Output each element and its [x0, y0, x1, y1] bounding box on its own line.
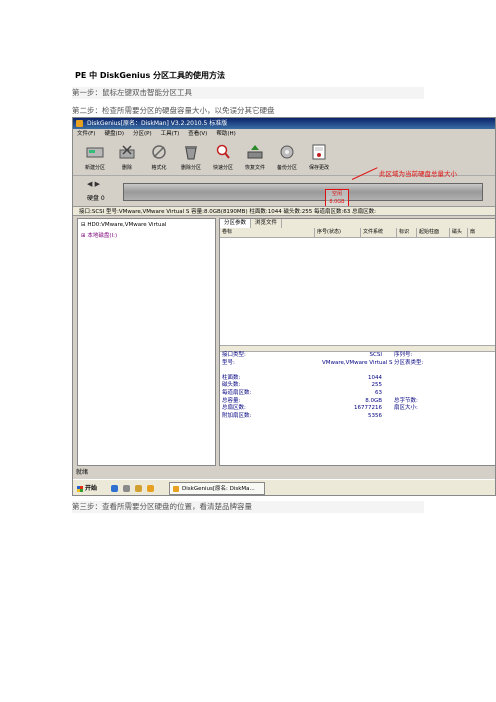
column-sector[interactable]: 扇 [468, 228, 495, 237]
tree-item-hd0[interactable]: ⊟ HD0:VMware,VMware Virtual [81, 222, 166, 228]
partition-table-header: 卷标 序号(状态) 文件系统 标识 起始柱面 磁头 扇 [220, 228, 495, 238]
detail-label: 每道扇区数: [222, 390, 252, 396]
pane-splitter[interactable] [220, 345, 495, 352]
column-index-status[interactable]: 序号(状态) [315, 228, 361, 237]
quick-partition-label: 快速分区 [212, 165, 233, 171]
disk-map-bar: ◀ ▶ 硬盘 0 [73, 175, 495, 206]
menu-disk[interactable]: 硬盘(D) [104, 129, 124, 139]
ie-icon[interactable] [111, 485, 118, 492]
backup-partition-label: 备份分区 [276, 165, 297, 171]
backup-partition-button[interactable]: 备份分区 [271, 139, 303, 175]
recover-icon [246, 142, 264, 162]
detail-label-secondary: 扇区大小: [394, 405, 418, 412]
detail-value: 5356 [368, 412, 382, 419]
disk-label: 硬盘 0 [87, 195, 105, 202]
recover-files-label: 恢复文件 [244, 165, 265, 171]
new-partition-button[interactable]: 新建分区 [79, 139, 111, 175]
menu-view[interactable]: 查看(V) [188, 129, 207, 139]
annotation-text: 此区域为当前硬盘总量大小 [379, 170, 457, 178]
computer-icon[interactable] [123, 485, 130, 492]
partition-bar[interactable] [123, 183, 483, 201]
document-title: PE 中 DiskGenius 分区工具的使用方法 [75, 71, 226, 80]
delete-button[interactable]: 删除 [111, 139, 143, 175]
detail-value: 255 [371, 382, 383, 389]
column-filesystem[interactable]: 文件系统 [361, 228, 397, 237]
windows-flag-icon [77, 486, 83, 492]
detail-value: 8.0GB [365, 397, 382, 404]
format-label: 格式化 [151, 165, 167, 171]
taskbar-item-diskgenius[interactable]: DiskGenius[原名: DiskMa... [169, 482, 265, 495]
detail-label: 附加扇区数: [222, 412, 252, 419]
detail-label-secondary: 序列号: [394, 352, 413, 358]
detail-value: SCSI [369, 352, 382, 358]
app-icon [76, 120, 83, 127]
detail-value: VMware,VMware Virtual S [322, 359, 393, 366]
taskbar: 开始 DiskGenius[原名: DiskMa... [73, 479, 495, 495]
detail-value: 63 [375, 390, 382, 396]
column-id[interactable]: 标识 [397, 228, 417, 237]
magnifier-icon [214, 142, 232, 162]
quick-partition-button[interactable]: 快速分区 [207, 139, 239, 175]
column-volume-label[interactable]: 卷标 [220, 228, 315, 237]
format-icon [150, 142, 168, 162]
new-partition-label: 新建分区 [84, 165, 105, 171]
tree-item-local-disk[interactable]: ⊞ 本地磁盘(I:) [81, 231, 117, 239]
detail-label: 接口类型: [222, 352, 246, 358]
detail-value: 1044 [368, 374, 382, 381]
menu-partition[interactable]: 分区(P) [133, 129, 152, 139]
delete-partition-button[interactable]: 删除分区 [175, 139, 207, 175]
new-partition-icon [86, 142, 104, 162]
menu-help[interactable]: 帮助(H) [216, 129, 235, 139]
disk-nav-arrows[interactable]: ◀ ▶ [87, 180, 100, 188]
disk-tree-pane: ⊟ HD0:VMware,VMware Virtual ⊞ 本地磁盘(I:) [77, 218, 216, 466]
start-button[interactable]: 开始 [75, 483, 101, 495]
free-space-label: 空闲 [331, 191, 342, 197]
backup-icon [278, 142, 296, 162]
save-changes-label: 保存更改 [308, 165, 329, 171]
diskgenius-task-icon [173, 486, 179, 492]
folder-icon[interactable] [135, 485, 142, 492]
details-tabs: 分区参数 浏览文件 [220, 219, 495, 228]
disk-info-bar: 接口:SCSI 型号:VMware,VMware Virtual S 容量:8.… [73, 206, 495, 216]
diskgenius-screenshot: DiskGenius[原名：DiskMan] V3.2.2010.5 标准版 文… [72, 117, 496, 496]
detail-label-secondary: 分区表类型: [394, 359, 424, 366]
detail-label: 磁头数: [222, 382, 241, 389]
step-1-text: 第一步：鼠标左键双击智能分区工具 [72, 87, 424, 99]
menu-bar: 文件(F) 硬盘(D) 分区(P) 工具(T) 查看(V) 帮助(H) [73, 129, 495, 139]
delete-label: 删除 [121, 165, 132, 171]
detail-label: 型号: [222, 359, 235, 366]
menu-tools[interactable]: 工具(T) [161, 129, 180, 139]
save-changes-button[interactable]: 保存更改 [303, 139, 335, 175]
delete-partition-label: 删除分区 [180, 165, 201, 171]
step-2-text: 第二步：检查所需要分区的硬盘容量大小，以免误分其它硬盘 [72, 106, 275, 115]
status-bar: 就绪 [76, 469, 89, 476]
partition-details-pane: 分区参数 浏览文件 卷标 序号(状态) 文件系统 标识 起始柱面 磁头 扇 接口… [219, 218, 495, 466]
detail-label: 总扇区数: [222, 405, 246, 412]
tree-item-hd0-label: HD0:VMware,VMware Virtual [87, 222, 167, 228]
step-3-text: 第三步：查看所需要分区硬盘的位置，看清楚品牌容量 [72, 501, 424, 513]
recover-files-button[interactable]: 恢复文件 [239, 139, 271, 175]
tree-item-local-disk-label: 本地磁盘(I:) [87, 233, 118, 239]
diskgenius-quicklaunch-icon[interactable] [147, 485, 154, 492]
window-title: DiskGenius[原名：DiskMan] V3.2.2010.5 标准版 [87, 120, 228, 127]
tab-partition-params[interactable]: 分区参数 [220, 219, 252, 228]
delete-icon [118, 142, 136, 162]
trash-icon [182, 142, 200, 162]
column-head[interactable]: 磁头 [450, 228, 468, 237]
save-icon [310, 142, 328, 162]
menu-file[interactable]: 文件(F) [77, 129, 95, 139]
format-button[interactable]: 格式化 [143, 139, 175, 175]
start-label: 开始 [85, 485, 98, 492]
detail-value: 16777216 [354, 405, 382, 412]
taskbar-item-label: DiskGenius[原名: DiskMa... [182, 486, 255, 492]
window-titlebar: DiskGenius[原名：DiskMan] V3.2.2010.5 标准版 [73, 118, 495, 129]
tab-browse-files[interactable]: 浏览文件 [251, 219, 283, 228]
free-space-size: 8.0GB [329, 199, 345, 205]
column-start-cylinder[interactable]: 起始柱面 [417, 228, 450, 237]
